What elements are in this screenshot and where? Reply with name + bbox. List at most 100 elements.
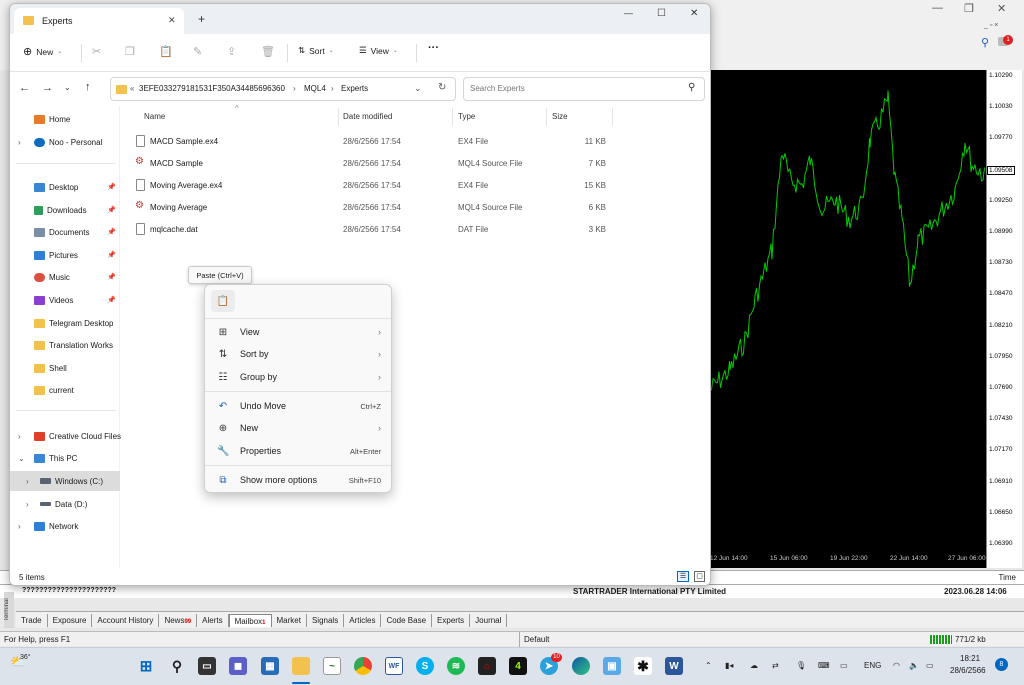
terminal-tab[interactable]: Trade bbox=[16, 613, 48, 627]
terminal-tab[interactable]: Account History bbox=[92, 613, 160, 627]
nav-item-pictures[interactable]: Pictures 📌 bbox=[10, 245, 120, 265]
wifi-icon[interactable]: ◠ bbox=[893, 661, 900, 670]
price-chart[interactable] bbox=[710, 70, 986, 568]
nav-item-onedrive[interactable]: › Noo - Personal bbox=[10, 132, 120, 152]
file-row[interactable]: mqlcache.dat 28/6/2566 17:54 DAT File 3 … bbox=[130, 219, 614, 241]
menu-item-undo-move[interactable]: ↶ Undo Move Ctrl+Z bbox=[209, 396, 389, 416]
nav-item-windows-c[interactable]: › Windows (C:) bbox=[10, 471, 120, 491]
delete-icon[interactable]: 🗑 bbox=[261, 45, 275, 58]
tray-app-icon[interactable]: ▮◂ bbox=[725, 661, 733, 670]
close-button[interactable]: ✕ bbox=[690, 8, 698, 19]
terminal-side-label[interactable]: Terminal bbox=[4, 592, 14, 628]
mt4-minimize-button[interactable]: — bbox=[932, 2, 943, 14]
recent-locations-icon[interactable]: ⌄ bbox=[64, 83, 71, 92]
new-button[interactable]: ⊕ New ⌄ bbox=[23, 45, 62, 58]
minimize-button[interactable]: — bbox=[624, 8, 633, 18]
menu-item-group-by[interactable]: ☷ Group by › bbox=[209, 367, 389, 387]
nav-item-shell[interactable]: Shell bbox=[10, 358, 120, 378]
file-row[interactable]: ⚙ Moving Average 28/6/2566 17:54 MQL4 So… bbox=[130, 197, 614, 219]
menu-item-show-more[interactable]: ⧉ Show more options Shift+F10 bbox=[209, 470, 389, 490]
app4-icon[interactable]: 4 bbox=[509, 657, 527, 675]
language-indicator[interactable]: ENG bbox=[864, 661, 881, 670]
keyboard-icon[interactable]: ⌨ bbox=[818, 661, 830, 670]
tab-experts[interactable]: Experts ✕ bbox=[14, 8, 184, 34]
pin-icon[interactable]: 📌 bbox=[107, 251, 116, 259]
close-tab-icon[interactable]: ✕ bbox=[168, 15, 176, 26]
sync-icon[interactable]: ⇄ bbox=[772, 661, 779, 670]
file-row[interactable]: Moving Average.ex4 28/6/2566 17:54 EX4 F… bbox=[130, 175, 614, 197]
clock-time[interactable]: 18:21 bbox=[960, 654, 980, 663]
pin-icon[interactable]: 📌 bbox=[107, 273, 116, 281]
notification-icon[interactable]: 1 bbox=[998, 35, 1014, 49]
nav-item-videos[interactable]: Videos 📌 bbox=[10, 290, 120, 310]
menu-item-view[interactable]: ⊞ View › bbox=[209, 322, 389, 342]
forward-icon[interactable]: → bbox=[42, 82, 53, 94]
nav-item-current[interactable]: current bbox=[10, 380, 120, 400]
up-icon[interactable]: ↑ bbox=[85, 81, 91, 93]
sort-button[interactable]: ⇅ Sort ⌄ bbox=[298, 45, 334, 56]
notification-center-badge[interactable]: 8 bbox=[995, 658, 1008, 671]
paste-icon[interactable]: 📋 bbox=[211, 290, 235, 312]
edge-icon[interactable] bbox=[572, 657, 590, 675]
tiles-view-icon[interactable]: ▢ bbox=[694, 571, 705, 582]
terminal-tab[interactable]: Alerts bbox=[197, 613, 229, 627]
chevron-down-icon[interactable]: ⌄ bbox=[18, 454, 25, 463]
word-icon[interactable]: W bbox=[665, 657, 683, 675]
nav-item-translation[interactable]: Translation Works bbox=[10, 335, 120, 355]
taskview-icon[interactable]: ▭ bbox=[198, 657, 216, 675]
start-icon[interactable]: ⊞ bbox=[137, 657, 155, 675]
more-options-button[interactable]: ··· bbox=[428, 42, 439, 54]
chevron-right-icon[interactable]: › bbox=[18, 522, 21, 531]
chevron-down-icon[interactable]: ⌄ bbox=[414, 83, 422, 94]
terminal-tab[interactable]: Exposure bbox=[48, 613, 93, 627]
column-header-size[interactable]: Size bbox=[552, 112, 568, 121]
terminal-row[interactable]: ?????????????????????? STARTRADER Intern… bbox=[0, 584, 1024, 598]
column-separator[interactable] bbox=[612, 108, 613, 126]
address-bar[interactable]: « 3EFE033279181531F350A34485696360 › MQL… bbox=[110, 77, 456, 101]
maximize-button[interactable]: ☐ bbox=[657, 8, 666, 19]
file-row[interactable]: MACD Sample.ex4 28/6/2566 17:54 EX4 File… bbox=[130, 131, 614, 153]
new-tab-button[interactable]: + bbox=[198, 12, 205, 26]
nav-item-telegram[interactable]: Telegram Desktop bbox=[10, 313, 120, 333]
chevron-up-icon[interactable]: ⌃ bbox=[705, 661, 712, 670]
nav-item-data-d[interactable]: › Data (D:) bbox=[10, 494, 120, 514]
terminal-tab[interactable]: Market bbox=[272, 613, 307, 627]
terminal-tab[interactable]: Code Base bbox=[381, 613, 433, 627]
file-explorer-icon[interactable] bbox=[292, 657, 310, 675]
photos-icon[interactable]: ▣ bbox=[603, 657, 621, 675]
column-separator[interactable] bbox=[452, 108, 453, 126]
view-button[interactable]: ☰ View ⌄ bbox=[359, 45, 398, 56]
store-icon[interactable]: ▦ bbox=[261, 657, 279, 675]
nav-item-this-pc[interactable]: ⌄ This PC bbox=[10, 448, 120, 468]
breadcrumb-segment[interactable]: 3EFE033279181531F350A34485696360 bbox=[139, 84, 285, 93]
cut-icon[interactable]: ✂ bbox=[92, 45, 101, 58]
terminal-tab[interactable]: News99 bbox=[159, 613, 198, 627]
rename-icon[interactable]: ✎ bbox=[193, 45, 202, 58]
menu-item-new[interactable]: ⊕ New › bbox=[209, 418, 389, 438]
snip-icon[interactable]: ✱ bbox=[634, 657, 652, 675]
battery-icon[interactable]: ▭ bbox=[926, 661, 934, 670]
mt4-close-button[interactable]: ✕ bbox=[997, 2, 1006, 15]
pin-icon[interactable]: 📌 bbox=[107, 183, 116, 191]
clock-date[interactable]: 28/6/2566 bbox=[950, 666, 986, 675]
terminal-tab[interactable]: Journal bbox=[470, 613, 508, 627]
nav-item-music[interactable]: Music 📌 bbox=[10, 267, 120, 287]
back-icon[interactable]: ← bbox=[19, 82, 30, 94]
terminal-tab[interactable]: Experts bbox=[432, 613, 471, 627]
spotify-icon[interactable]: ≋ bbox=[447, 657, 465, 675]
cloud-icon[interactable]: ☁ bbox=[750, 661, 758, 670]
column-header-date[interactable]: Date modified bbox=[343, 112, 392, 121]
column-separator[interactable] bbox=[546, 108, 547, 126]
details-view-icon[interactable]: ☰ bbox=[677, 571, 689, 582]
paste-icon[interactable]: 📋 bbox=[159, 45, 173, 58]
skype-icon[interactable]: S bbox=[416, 657, 434, 675]
search-icon[interactable]: ⚲ bbox=[981, 36, 989, 49]
chevron-right-icon[interactable]: › bbox=[18, 138, 21, 147]
terminal-tab[interactable]: Articles bbox=[344, 613, 382, 627]
refresh-icon[interactable]: ↻ bbox=[438, 82, 446, 93]
nav-item-home[interactable]: Home bbox=[10, 109, 120, 129]
terminal-tab[interactable]: Mailbox1 bbox=[228, 613, 272, 627]
app-icon[interactable]: ⌂ bbox=[478, 657, 496, 675]
share-icon[interactable]: ⇪ bbox=[227, 45, 236, 58]
chat-icon[interactable]: ◼ bbox=[229, 657, 247, 675]
